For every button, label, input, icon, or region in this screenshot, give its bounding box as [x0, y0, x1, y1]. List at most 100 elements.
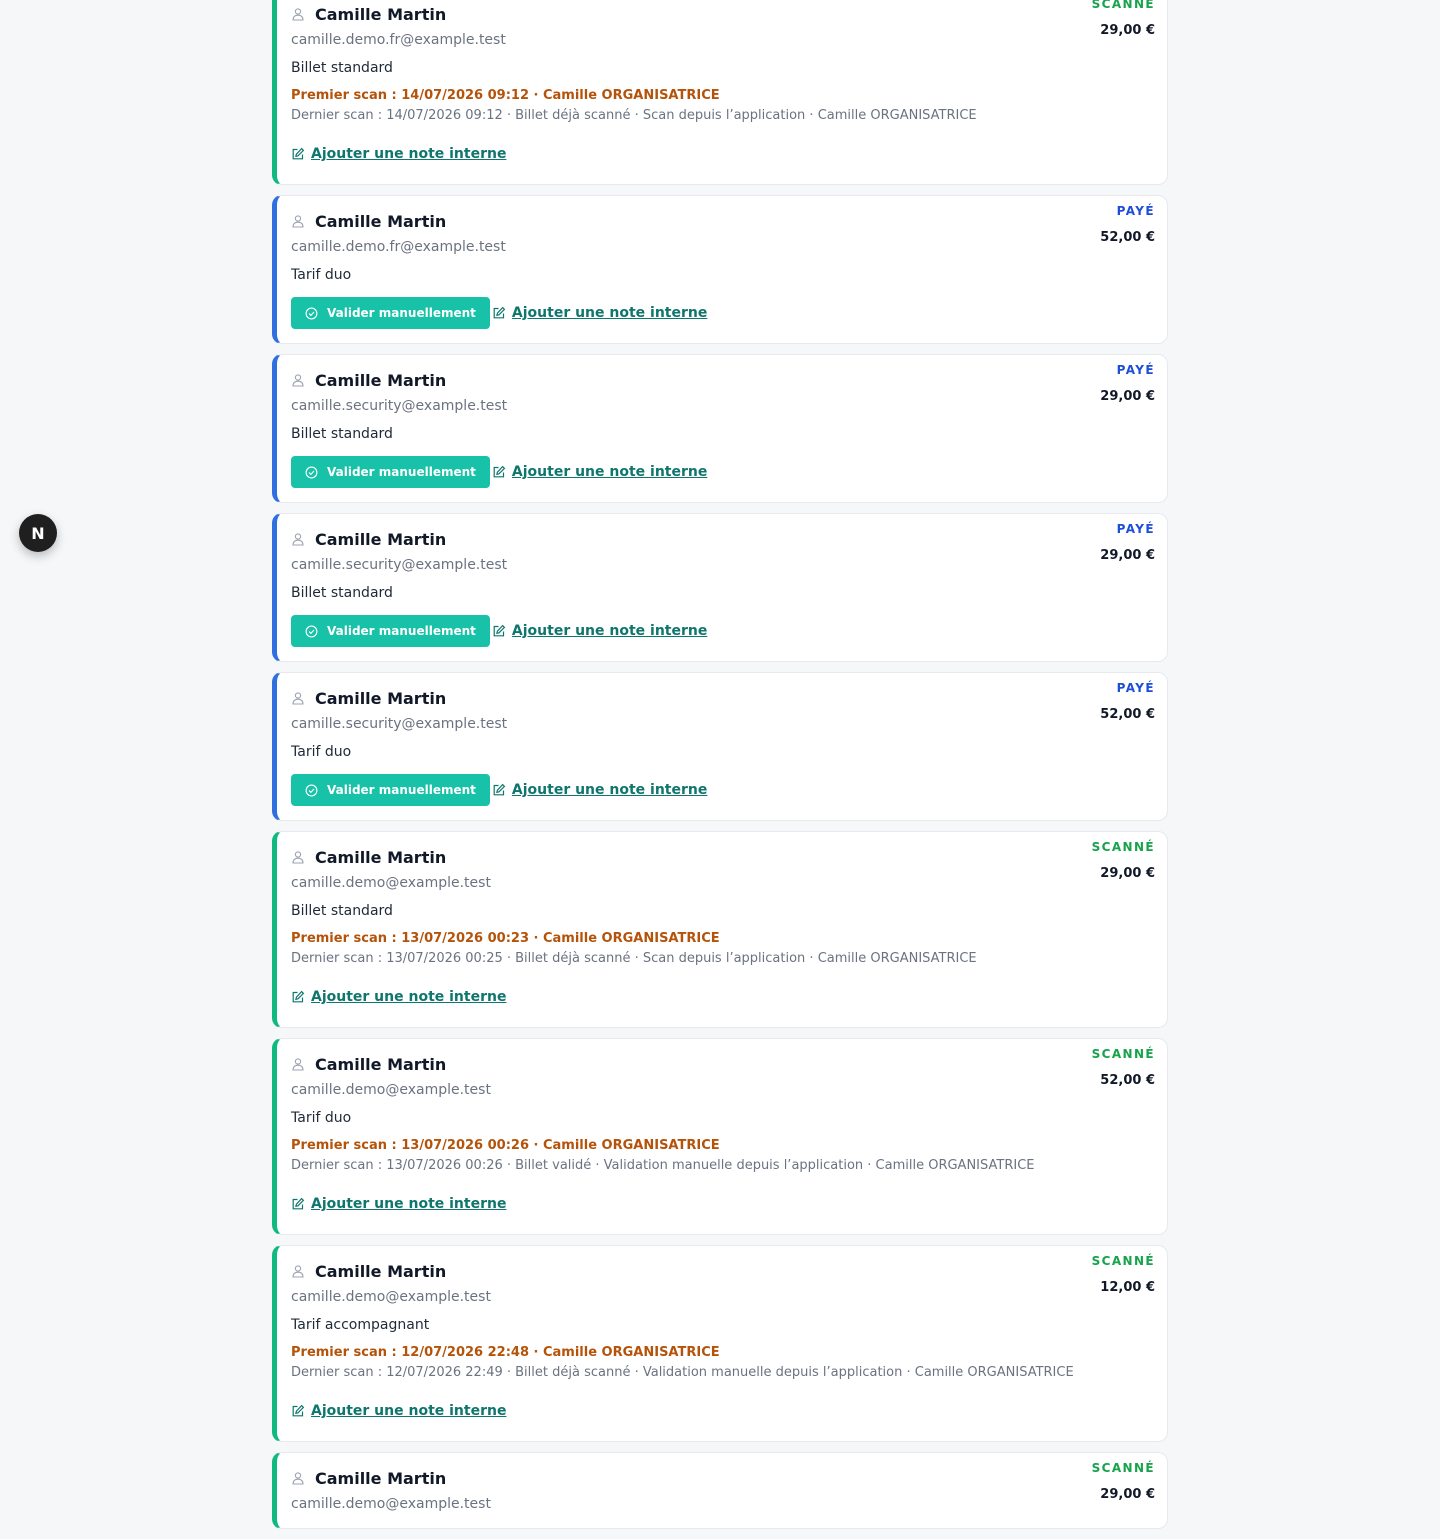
ticket-type: Tarif duo: [291, 267, 352, 283]
validate-manually-button[interactable]: Valider manuellement: [291, 774, 490, 806]
person-icon: [291, 532, 305, 546]
edit-icon: [492, 306, 506, 320]
person-icon: [291, 214, 305, 228]
add-internal-note-label: Ajouter une note interne: [311, 146, 507, 162]
add-internal-note-link[interactable]: Ajouter une note interne: [492, 782, 707, 798]
add-internal-note-link[interactable]: Ajouter une note interne: [291, 1403, 506, 1419]
add-internal-note-label: Ajouter une note interne: [511, 782, 708, 798]
validate-manually-label: Valider manuellement: [327, 624, 476, 638]
status-badge: PAYÉ: [1116, 204, 1155, 218]
ticket-type: Tarif duo: [291, 744, 352, 760]
ticket-card: PAYÉ 52,00 € Camille Martin camille.securit…: [272, 672, 1168, 821]
check-circle-icon: [305, 307, 318, 320]
card-actions: Ajouter une note interne: [291, 1188, 1155, 1220]
ticket-type: Billet standard: [291, 60, 393, 76]
person-icon: [291, 1057, 305, 1071]
add-internal-note-link[interactable]: Ajouter une note interne: [291, 989, 506, 1005]
attendee-list: SCANNÉ 29,00 € Camille Martin camille.demo.…: [272, 0, 1168, 1539]
attendee-email: camille.security@example.test: [291, 716, 508, 732]
status-badge: SCANNÉ: [1091, 840, 1155, 854]
validate-manually-button[interactable]: Valider manuellement: [291, 456, 490, 488]
add-internal-note-link[interactable]: Ajouter une note interne: [291, 146, 506, 162]
status-badge: PAYÉ: [1116, 681, 1155, 695]
ticket-price: 52,00 €: [1100, 230, 1155, 245]
validate-manually-button[interactable]: Valider manuellement: [291, 297, 490, 329]
card-actions: Ajouter une note interne: [291, 1395, 1155, 1427]
last-scan-info: Dernier scan : 12/07/2026 22:49 · Billet…: [291, 1365, 1074, 1380]
ticket-card: PAYÉ 29,00 € Camille Martin camille.securit…: [272, 354, 1168, 503]
last-scan-info: Dernier scan : 14/07/2026 09:12 · Billet…: [291, 108, 977, 123]
add-internal-note-label: Ajouter une note interne: [511, 464, 708, 480]
attendee-email: camille.demo@example.test: [291, 1496, 491, 1512]
card-actions: Valider manuellement Ajouter une note int…: [291, 615, 1155, 647]
validate-manually-label: Valider manuellement: [327, 306, 476, 320]
ticket-price: 29,00 €: [1100, 23, 1155, 38]
ticket-type: Tarif accompagnant: [291, 1317, 430, 1333]
last-scan-info: Dernier scan : 13/07/2026 00:25 · Billet…: [291, 951, 977, 966]
person-icon: [291, 1471, 305, 1485]
attendee-email: camille.demo@example.test: [291, 875, 491, 891]
card-actions: Valider manuellement Ajouter une note int…: [291, 774, 1155, 806]
ticket-price: 29,00 €: [1100, 866, 1155, 881]
person-icon: [291, 850, 305, 864]
attendee-name: Camille Martin: [315, 4, 447, 24]
first-scan-info: Premier scan : 13/07/2026 00:26 · Camill…: [291, 1138, 720, 1153]
validate-manually-button[interactable]: Valider manuellement: [291, 615, 490, 647]
card-actions: Ajouter une note interne: [291, 138, 1155, 170]
status-badge: SCANNÉ: [1091, 1047, 1155, 1061]
attendee-name: Camille Martin: [315, 529, 447, 549]
edit-icon: [492, 783, 506, 797]
add-internal-note-label: Ajouter une note interne: [311, 989, 507, 1005]
card-actions: Valider manuellement Ajouter une note int…: [291, 456, 1155, 488]
attendee-email: camille.security@example.test: [291, 398, 508, 414]
ticket-type: Billet standard: [291, 585, 393, 601]
add-internal-note-link[interactable]: Ajouter une note interne: [492, 305, 707, 321]
add-internal-note-link[interactable]: Ajouter une note interne: [291, 1196, 506, 1212]
attendee-name: Camille Martin: [315, 1468, 447, 1488]
status-badge: PAYÉ: [1116, 522, 1155, 536]
ticket-card: SCANNÉ 52,00 € Camille Martin camille.demo@…: [272, 1038, 1168, 1235]
status-badge: SCANNÉ: [1091, 1254, 1155, 1268]
attendee-email: camille.demo@example.test: [291, 1082, 491, 1098]
check-circle-icon: [305, 466, 318, 479]
first-scan-info: Premier scan : 12/07/2026 22:48 · Camill…: [291, 1345, 720, 1360]
add-internal-note-label: Ajouter une note interne: [511, 305, 708, 321]
attendee-name: Camille Martin: [315, 370, 447, 390]
attendee-email: camille.demo.fr@example.test: [291, 239, 506, 255]
add-internal-note-link[interactable]: Ajouter une note interne: [492, 464, 707, 480]
add-internal-note-link[interactable]: Ajouter une note interne: [492, 623, 707, 639]
ticket-card: PAYÉ 29,00 € Camille Martin camille.securit…: [272, 513, 1168, 662]
status-badge: SCANNÉ: [1091, 0, 1155, 11]
attendee-name: Camille Martin: [315, 688, 447, 708]
attendee-email: camille.demo@example.test: [291, 1289, 491, 1305]
next-dev-tools-button[interactable]: N: [19, 514, 57, 552]
ticket-price: 29,00 €: [1100, 389, 1155, 404]
card-actions: Valider manuellement Ajouter une note int…: [291, 297, 1155, 329]
edit-icon: [291, 147, 305, 161]
person-icon: [291, 373, 305, 387]
attendee-email: camille.demo.fr@example.test: [291, 32, 506, 48]
add-internal-note-label: Ajouter une note interne: [311, 1196, 507, 1212]
status-badge: SCANNÉ: [1091, 1461, 1155, 1475]
person-icon: [291, 7, 305, 21]
edit-icon: [492, 465, 506, 479]
attendee-name: Camille Martin: [315, 1261, 447, 1281]
person-icon: [291, 1264, 305, 1278]
status-badge: PAYÉ: [1116, 363, 1155, 377]
fab-label: N: [31, 523, 45, 543]
check-circle-icon: [305, 625, 318, 638]
edit-icon: [291, 990, 305, 1004]
card-actions: Ajouter une note interne: [291, 981, 1155, 1013]
add-internal-note-label: Ajouter une note interne: [311, 1403, 507, 1419]
ticket-price: 29,00 €: [1100, 548, 1155, 563]
ticket-card: PAYÉ 52,00 € Camille Martin camille.demo.fr…: [272, 195, 1168, 344]
ticket-card: SCANNÉ 29,00 € Camille Martin camille.demo.…: [272, 0, 1168, 185]
validate-manually-label: Valider manuellement: [327, 465, 476, 479]
first-scan-info: Premier scan : 13/07/2026 00:23 · Camill…: [291, 931, 720, 946]
ticket-type: Tarif duo: [291, 1110, 352, 1126]
check-circle-icon: [305, 784, 318, 797]
ticket-type: Billet standard: [291, 426, 393, 442]
ticket-card: SCANNÉ 29,00 € Camille Martin camille.demo@…: [272, 1452, 1168, 1529]
ticket-price: 52,00 €: [1100, 1073, 1155, 1088]
ticket-price: 29,00 €: [1100, 1487, 1155, 1502]
